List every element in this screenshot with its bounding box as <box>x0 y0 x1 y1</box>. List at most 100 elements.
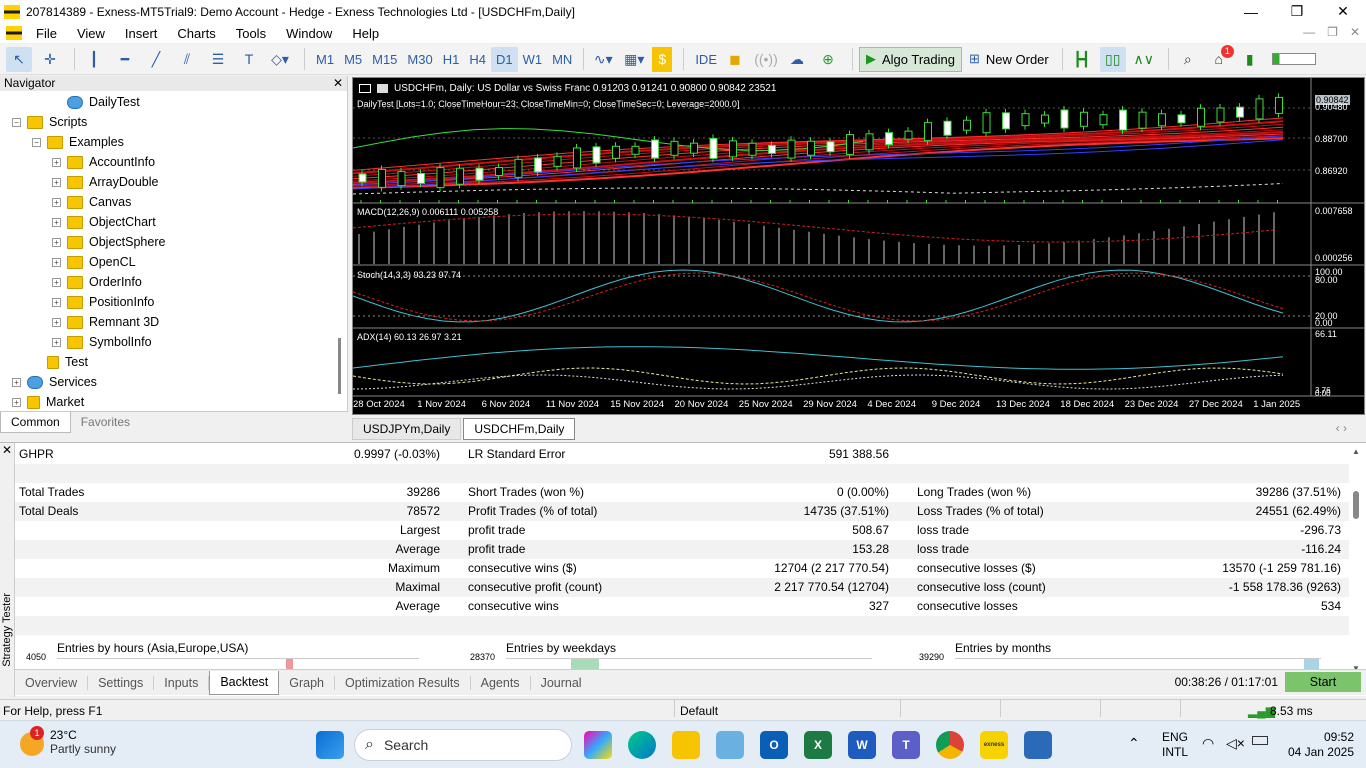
shapes-icon[interactable]: ◇▾ <box>267 47 293 72</box>
child-minimize-icon[interactable]: — <box>1303 25 1315 39</box>
tab-graph[interactable]: Graph <box>279 675 336 690</box>
timeframe-h1[interactable]: H1 <box>438 47 465 72</box>
expand-toggle-icon[interactable]: − <box>12 117 21 127</box>
outlook-icon[interactable]: O <box>760 731 788 759</box>
weather-widget[interactable]: 1 23°C Partly sunny <box>20 726 116 756</box>
excel-icon[interactable]: X <box>804 731 832 759</box>
nav-item-examples[interactable]: − Examples <box>32 132 124 152</box>
cursor-icon[interactable]: ↖ <box>6 46 32 72</box>
tab-inputs[interactable]: Inputs <box>154 675 210 690</box>
expand-toggle-icon[interactable]: + <box>52 297 61 307</box>
chart-tabs-nav-icon[interactable]: ‹ › <box>1326 418 1357 438</box>
expand-toggle-icon[interactable]: + <box>12 377 21 387</box>
nav-item-remnant-3d[interactable]: + Remnant 3D <box>52 312 159 332</box>
menu-insert[interactable]: Insert <box>115 26 168 41</box>
trendline-icon[interactable]: ╱ <box>143 47 169 72</box>
tab-agents[interactable]: Agents <box>471 675 531 690</box>
channel-icon[interactable]: ⫽ <box>174 47 200 72</box>
tester-scrollbar[interactable]: ▲ ▼ <box>1352 447 1360 673</box>
teams-icon[interactable]: T <box>892 731 920 759</box>
crosshair-icon[interactable]: ✛ <box>37 47 63 72</box>
app-chip-icon[interactable] <box>1024 731 1052 759</box>
expand-toggle-icon[interactable]: + <box>52 337 61 347</box>
nav-item-opencl[interactable]: + OpenCL <box>52 252 136 272</box>
chart-menu-icon[interactable] <box>359 84 371 93</box>
tab-journal[interactable]: Journal <box>531 676 592 690</box>
nav-item-dailytest[interactable]: DailyTest <box>52 92 140 112</box>
timeframe-w1[interactable]: W1 <box>518 47 548 72</box>
nav-item-market[interactable]: + Market <box>12 392 84 412</box>
nav-item-symbolinfo[interactable]: + SymbolInfo <box>52 332 152 352</box>
navigator-scrollbar[interactable] <box>338 338 341 394</box>
menu-view[interactable]: View <box>67 26 115 41</box>
search-icon[interactable]: ⌕ <box>1175 47 1201 72</box>
indicators-icon[interactable]: ∿▾ <box>590 47 616 72</box>
windows-start-icon[interactable] <box>316 731 344 759</box>
photos-icon[interactable] <box>716 731 744 759</box>
timeframe-m5[interactable]: M5 <box>339 47 367 72</box>
timeframe-m15[interactable]: M15 <box>367 47 402 72</box>
taskbar-search[interactable]: ⌕ Search <box>354 729 572 761</box>
child-close-icon[interactable]: ✕ <box>1350 25 1360 39</box>
menu-help[interactable]: Help <box>342 26 389 41</box>
start-button[interactable]: Start <box>1285 672 1361 692</box>
edge-icon[interactable] <box>628 731 656 759</box>
bar-chart-icon[interactable]: ┣┫ <box>1069 47 1095 72</box>
exness-icon[interactable]: exness <box>980 731 1008 759</box>
ide-button[interactable]: IDE <box>690 47 722 72</box>
expand-toggle-icon[interactable]: + <box>52 317 61 327</box>
menu-tools[interactable]: Tools <box>226 26 276 41</box>
chart-tab-usdchf[interactable]: USDCHFm,Daily <box>463 418 576 440</box>
tab-overview[interactable]: Overview <box>15 675 89 690</box>
line-chart-icon[interactable]: ∧∨ <box>1131 47 1157 72</box>
nav-tab-favorites[interactable]: Favorites <box>71 412 140 433</box>
nav-item-arraydouble[interactable]: + ArrayDouble <box>52 172 158 192</box>
algo-trading-button[interactable]: ▶ Algo Trading <box>858 46 962 72</box>
notifications-icon[interactable]: ⌂ 1 <box>1206 44 1234 72</box>
fibonacci-icon[interactable]: ☰ <box>205 47 231 72</box>
shopping-bag-icon[interactable]: ◼ <box>722 47 748 72</box>
expand-toggle-icon[interactable]: + <box>52 197 61 207</box>
expand-toggle-icon[interactable]: + <box>52 157 61 167</box>
nav-item-canvas[interactable]: + Canvas <box>52 192 131 212</box>
tester-scroll-thumb[interactable] <box>1353 491 1359 519</box>
chart-tab-usdjpy[interactable]: USDJPYm,Daily <box>352 418 462 440</box>
close-button[interactable]: ✕ <box>1320 0 1366 23</box>
tab-backtest[interactable]: Backtest <box>209 670 280 695</box>
nav-item-orderinfo[interactable]: + OrderInfo <box>52 272 142 292</box>
nav-item-accountinfo[interactable]: + AccountInfo <box>52 152 155 172</box>
expand-toggle-icon[interactable]: + <box>52 277 61 287</box>
vps-icon[interactable]: ⊕ <box>815 47 841 72</box>
copilot-icon[interactable] <box>584 731 612 759</box>
chrome-icon[interactable] <box>936 731 964 759</box>
signal-icon[interactable]: ((•)) <box>753 47 779 72</box>
expand-toggle-icon[interactable]: + <box>52 177 61 187</box>
tab-settings[interactable]: Settings <box>88 675 155 690</box>
menu-charts[interactable]: Charts <box>167 26 225 41</box>
timeframe-d1[interactable]: D1 <box>490 46 518 72</box>
volume-icon[interactable]: ◁× <box>1226 735 1245 752</box>
nav-item-services[interactable]: + Services <box>12 372 97 392</box>
menu-window[interactable]: Window <box>276 26 342 41</box>
tester-close-icon[interactable]: ✕ <box>2 443 12 457</box>
expand-toggle-icon[interactable]: + <box>52 237 61 247</box>
text-icon[interactable]: T <box>236 47 262 72</box>
nav-item-objectsphere[interactable]: + ObjectSphere <box>52 232 165 252</box>
new-order-button[interactable]: ⊞ New Order <box>962 47 1056 72</box>
horizontal-line-icon[interactable]: ━ <box>112 47 138 72</box>
price-chart-svg[interactable] <box>353 78 1364 414</box>
tab-optimization-results[interactable]: Optimization Results <box>335 675 471 690</box>
battery-icon[interactable] <box>1252 736 1268 745</box>
minimize-button[interactable]: — <box>1228 0 1274 23</box>
word-icon[interactable]: W <box>848 731 876 759</box>
wifi-icon[interactable]: ◠ <box>1202 735 1214 752</box>
restore-button[interactable]: ❐ <box>1274 0 1320 23</box>
nav-tab-common[interactable]: Common <box>0 412 71 433</box>
nav-item-test[interactable]: Test <box>32 352 88 372</box>
timeframe-h4[interactable]: H4 <box>464 47 491 72</box>
tray-overflow-icon[interactable]: ⌃ <box>1128 735 1140 752</box>
market-icon[interactable]: $ <box>652 46 673 72</box>
templates-icon[interactable]: ▦▾ <box>621 47 647 72</box>
timeframe-mn[interactable]: MN <box>547 47 577 72</box>
child-restore-icon[interactable]: ❐ <box>1327 25 1338 39</box>
